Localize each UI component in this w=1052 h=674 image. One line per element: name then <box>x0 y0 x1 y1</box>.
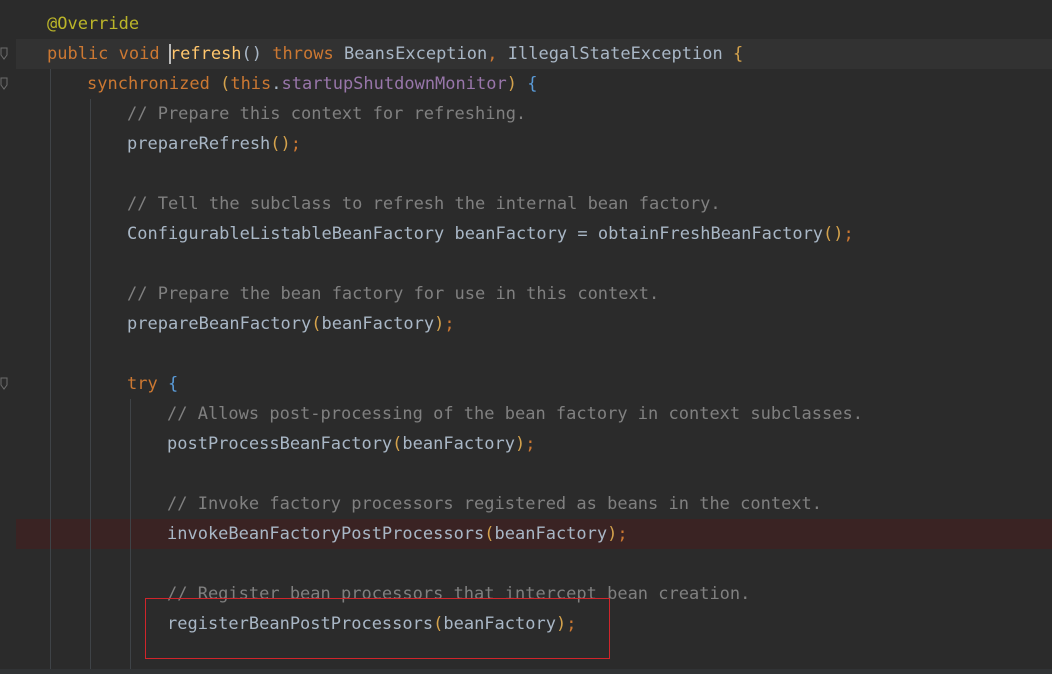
code-line-13[interactable]: try { <box>127 369 178 399</box>
method-call: postProcessBeanFactory <box>167 434 393 454</box>
code-line-8[interactable]: ConfigurableListableBeanFactory beanFact… <box>127 219 854 249</box>
method-name-refresh: efresh <box>180 44 242 64</box>
keyword-public: public <box>47 44 109 64</box>
fold-marker-icon[interactable] <box>0 47 8 60</box>
close-paren: ) <box>506 74 517 94</box>
fold-marker-icon[interactable] <box>0 77 8 90</box>
close-paren: ) <box>607 524 618 544</box>
indent-guide <box>90 99 91 674</box>
argument: beanFactory <box>402 434 516 454</box>
dot: . <box>271 74 282 94</box>
method-call: invokeBeanFactoryPostProcessors <box>167 524 485 544</box>
horizontal-scrollbar[interactable] <box>0 669 1052 674</box>
semicolon: ; <box>290 134 302 154</box>
argument: beanFactory <box>494 524 608 544</box>
semicolon: ; <box>444 314 455 334</box>
method-call: prepareBeanFactory <box>127 314 312 334</box>
open-paren: ( <box>311 314 322 334</box>
code-line-11[interactable]: prepareBeanFactory(beanFactory); <box>127 309 455 339</box>
code-line-4[interactable]: // Prepare this context for refreshing. <box>127 99 526 129</box>
code-line-1[interactable]: @Override <box>47 9 139 39</box>
method-name-part: r <box>169 44 181 64</box>
semicolon: ; <box>525 434 536 454</box>
code-line-18[interactable]: invokeBeanFactoryPostProcessors(beanFact… <box>167 519 628 549</box>
keyword-try: try <box>127 374 158 394</box>
comment: // Prepare the bean factory for use in t… <box>127 284 660 304</box>
semicolon: ; <box>617 524 628 544</box>
parens: () <box>270 134 291 154</box>
comment: // Tell the subclass to refresh the inte… <box>127 194 721 214</box>
open-paren: ( <box>220 74 231 94</box>
method-call: obtainFreshBeanFactory <box>597 224 824 244</box>
keyword-void: void <box>118 44 160 64</box>
parens: () <box>823 224 844 244</box>
code-line-10[interactable]: // Prepare the bean factory for use in t… <box>127 279 659 309</box>
open-paren: ( <box>484 524 495 544</box>
code-line-15[interactable]: postProcessBeanFactory(beanFactory); <box>167 429 536 459</box>
close-paren: ) <box>515 434 526 454</box>
field-name: startupShutdownMonitor <box>281 74 507 94</box>
semicolon: ; <box>843 224 854 244</box>
highlight-annotation-box <box>145 598 610 659</box>
keyword-throws: throws <box>272 44 334 64</box>
comma: , <box>487 44 498 64</box>
exception-type: IllegalStateException <box>507 44 723 64</box>
indent-guide <box>130 399 131 674</box>
open-brace: { <box>732 44 744 64</box>
comment: // Prepare this context for refreshing. <box>127 104 527 124</box>
open-brace: { <box>527 74 538 94</box>
code-line-3[interactable]: synchronized (this.startupShutdownMonito… <box>87 69 537 99</box>
fold-marker-icon[interactable] <box>0 377 8 390</box>
method-call: prepareRefresh <box>127 134 271 154</box>
open-brace: { <box>167 374 179 394</box>
code-line-2[interactable]: public void refresh() throws BeansExcept… <box>47 39 743 69</box>
indent-guide <box>50 69 51 674</box>
variable-name: beanFactory <box>454 224 568 244</box>
parens: () <box>241 44 263 64</box>
editor-gutter[interactable] <box>0 0 16 674</box>
exception-type: BeansException <box>343 44 488 64</box>
code-line-7[interactable]: // Tell the subclass to refresh the inte… <box>127 189 721 219</box>
keyword-synchronized: synchronized <box>87 74 210 94</box>
code-line-5[interactable]: prepareRefresh(); <box>127 129 301 159</box>
comment: // Allows post-processing of the bean fa… <box>167 404 863 424</box>
comment: // Invoke factory processors registered … <box>167 494 823 514</box>
close-paren: ) <box>434 314 445 334</box>
code-line-17[interactable]: // Invoke factory processors registered … <box>167 489 822 519</box>
code-editor[interactable]: @Override public void refresh() throws B… <box>0 0 1052 674</box>
type-name: ConfigurableListableBeanFactory <box>127 224 445 244</box>
code-line-14[interactable]: // Allows post-processing of the bean fa… <box>167 399 863 429</box>
annotation: @Override <box>47 14 140 34</box>
assign-operator: = <box>577 224 588 244</box>
open-paren: ( <box>392 434 403 454</box>
keyword-this: this <box>230 74 272 94</box>
argument: beanFactory <box>321 314 435 334</box>
